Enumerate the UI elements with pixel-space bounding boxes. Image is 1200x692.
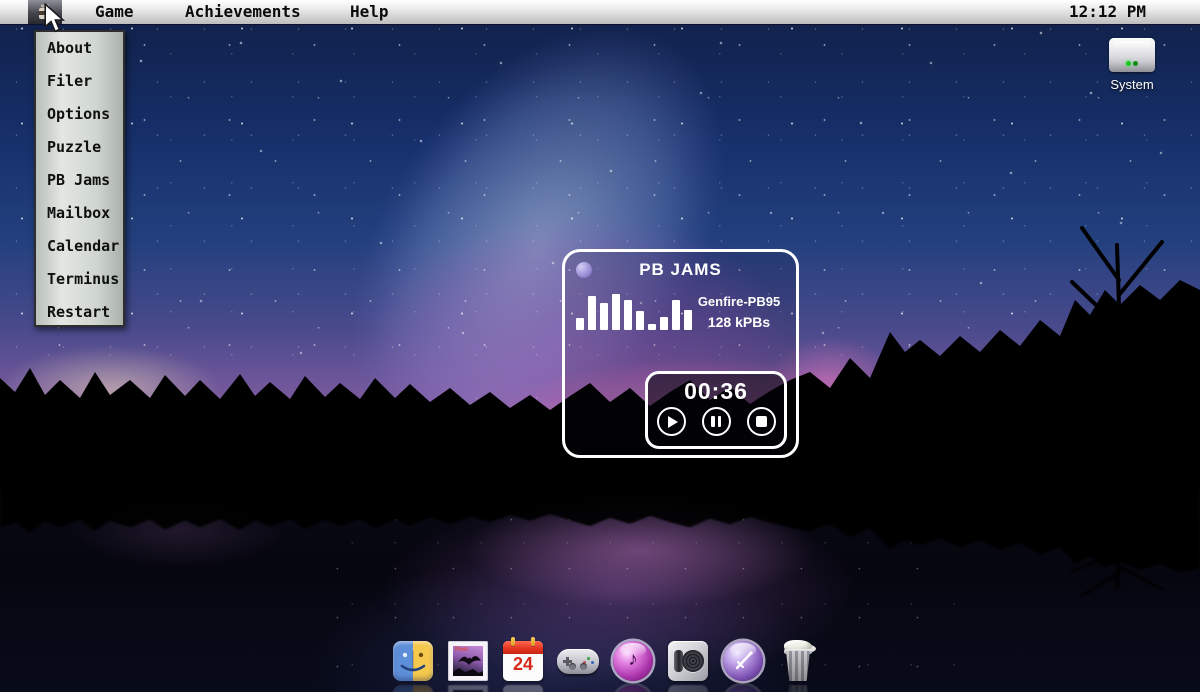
dropdown-item-about[interactable]: About — [36, 32, 123, 65]
mouse-cursor — [43, 3, 66, 33]
eq-bar — [648, 324, 656, 330]
dock-item-trash[interactable] — [777, 640, 819, 692]
hard-disk-icon — [1109, 38, 1155, 72]
elapsed-time: 00:36 — [648, 378, 784, 405]
eq-bar — [660, 317, 668, 330]
dropdown-item-restart[interactable]: Restart — [36, 296, 123, 329]
calendar-day: 24 — [503, 654, 543, 675]
dropdown-item-pb-jams[interactable]: PB Jams — [36, 164, 123, 197]
eq-bar — [588, 296, 596, 330]
eq-bar — [576, 318, 584, 330]
system-disk-label: System — [1102, 77, 1162, 92]
menu-game[interactable]: Game — [95, 0, 134, 24]
dock-item-puzzle[interactable] — [557, 640, 599, 692]
eq-bar — [624, 300, 632, 330]
menu-achievements[interactable]: Achievements — [185, 0, 301, 24]
dropdown-item-calendar[interactable]: Calendar — [36, 230, 123, 263]
equalizer — [576, 288, 694, 330]
safe-icon — [667, 640, 709, 682]
eq-bar — [600, 303, 608, 330]
play-icon — [668, 416, 678, 428]
eq-bar — [672, 300, 680, 330]
player-controls-panel: 00:36 — [645, 371, 787, 449]
stop-button[interactable] — [747, 407, 776, 436]
dock-item-mailbox[interactable]: Post Post — [447, 640, 489, 692]
trash-icon — [777, 640, 819, 682]
music-note-glyph: ♪ — [628, 649, 638, 671]
stop-icon — [756, 416, 767, 427]
filer-face-icon — [392, 640, 434, 682]
track-bitrate: 128 kPBs — [687, 314, 791, 330]
dropdown-item-filer[interactable]: Filer — [36, 65, 123, 98]
dock: Post Post — [392, 640, 819, 692]
dropdown-item-terminus[interactable]: Terminus — [36, 263, 123, 296]
play-button[interactable] — [657, 407, 686, 436]
dropdown-item-options[interactable]: Options — [36, 98, 123, 131]
music-orb-icon: ♪ — [612, 640, 654, 682]
mail-stamp-icon: Post — [447, 640, 489, 682]
menu-bar: Game Achievements Help 12:12 PM — [0, 0, 1200, 24]
dock-item-calendar[interactable]: 24 24 — [502, 640, 544, 692]
calendar-icon: 24 — [502, 640, 544, 682]
menu-help[interactable]: Help — [350, 0, 389, 24]
menu-clock: 12:12 PM — [1069, 0, 1146, 24]
eq-bar — [612, 294, 620, 330]
dock-item-pb-jams[interactable]: ♪ ♪ — [612, 640, 654, 692]
desktop: Game Achievements Help 12:12 PM About Fi… — [0, 0, 1200, 692]
pause-button[interactable] — [702, 407, 731, 436]
pb-dropdown-menu: About Filer Options Puzzle PB Jams Mailb… — [34, 30, 125, 327]
dock-item-filer[interactable] — [392, 640, 434, 692]
player-title: PB JAMS — [565, 260, 796, 280]
game-controller-icon — [557, 640, 599, 682]
dropdown-item-mailbox[interactable]: Mailbox — [36, 197, 123, 230]
tree-reflection — [0, 478, 1200, 613]
pb-jams-window: PB JAMS Genfire-PB95 128 kPBs 00:36 — [562, 249, 799, 458]
pause-icon — [711, 416, 721, 427]
dock-item-safe[interactable] — [667, 640, 709, 692]
terminus-orb-icon — [722, 640, 764, 682]
eq-bar — [636, 311, 644, 330]
system-disk[interactable]: System — [1102, 38, 1162, 92]
dropdown-item-puzzle[interactable]: Puzzle — [36, 131, 123, 164]
disk-led — [1126, 61, 1131, 66]
track-name: Genfire-PB95 — [687, 294, 791, 309]
dock-item-terminus[interactable] — [722, 640, 764, 692]
